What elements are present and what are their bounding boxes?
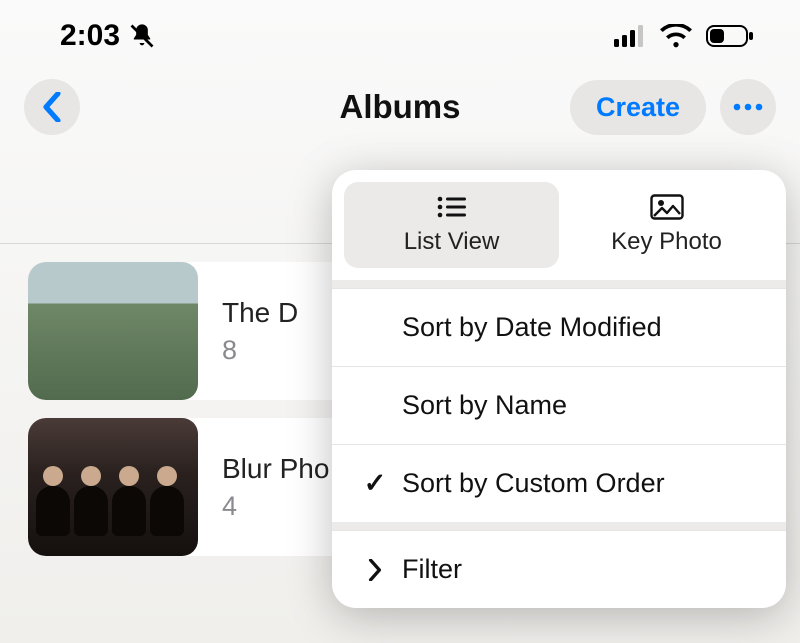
- options-popover: List View Key Photo Sort by Date Modifie…: [332, 170, 786, 608]
- list-icon: [344, 192, 559, 222]
- segment-key-photo[interactable]: Key Photo: [559, 182, 774, 268]
- segment-list-view[interactable]: List View: [344, 182, 559, 268]
- album-text: The D 8: [198, 297, 298, 366]
- menu-sort-custom-order[interactable]: ✓ Sort by Custom Order: [332, 444, 786, 530]
- menu-sort-date-modified[interactable]: Sort by Date Modified: [332, 288, 786, 366]
- page-title: Albums: [339, 88, 460, 126]
- menu-filter[interactable]: Filter: [332, 530, 786, 608]
- album-count: 4: [222, 491, 329, 522]
- menu-label: Sort by Date Modified: [402, 312, 662, 343]
- navigation-bar: Albums Create: [0, 60, 800, 146]
- wifi-icon: [660, 24, 692, 48]
- more-button[interactable]: [720, 79, 776, 135]
- app-root: 2:03 Albums Create: [0, 0, 800, 643]
- back-button[interactable]: [24, 79, 80, 135]
- album-thumbnail: [28, 262, 198, 400]
- chevron-left-icon: [42, 92, 62, 122]
- album-count: 8: [222, 335, 298, 366]
- battery-icon: [706, 24, 754, 48]
- album-title: The D: [222, 297, 298, 329]
- status-bar: 2:03: [0, 0, 800, 60]
- bell-silent-icon: [128, 22, 156, 50]
- menu-label: Sort by Custom Order: [402, 468, 665, 499]
- menu-label: Filter: [402, 554, 462, 585]
- album-title: Blur Pho: [222, 453, 329, 485]
- menu-sort-name[interactable]: Sort by Name: [332, 366, 786, 444]
- album-thumbnail: [28, 418, 198, 556]
- menu-label: Sort by Name: [402, 390, 567, 421]
- cellular-icon: [614, 25, 646, 47]
- status-left: 2:03: [60, 19, 156, 53]
- segment-label: Key Photo: [559, 228, 774, 256]
- album-text: Blur Pho 4: [198, 453, 329, 522]
- view-segmented-control: List View Key Photo: [332, 170, 786, 288]
- nav-right-actions: Create: [570, 79, 776, 135]
- checkmark-icon: ✓: [362, 468, 388, 499]
- segment-label: List View: [344, 228, 559, 256]
- status-right: [614, 24, 754, 48]
- status-time: 2:03: [60, 19, 120, 53]
- photo-icon: [559, 192, 774, 222]
- create-button[interactable]: Create: [570, 80, 706, 135]
- ellipsis-icon: [732, 102, 764, 112]
- chevron-right-icon: [362, 559, 388, 581]
